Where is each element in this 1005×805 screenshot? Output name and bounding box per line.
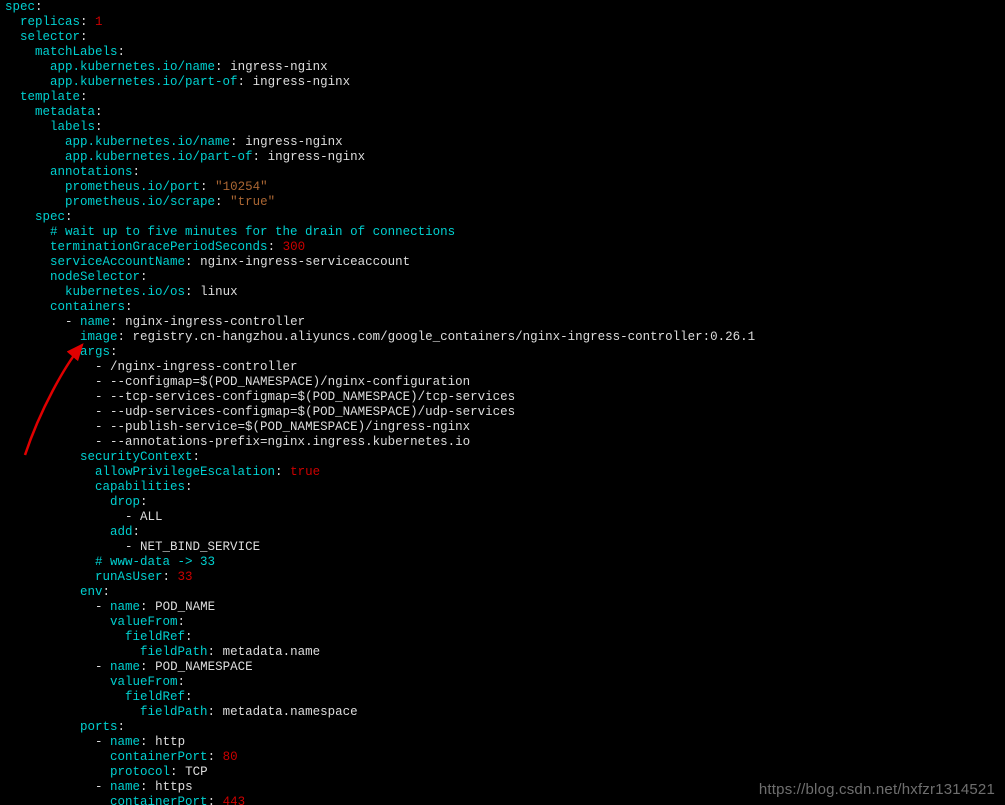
code-line: - name: http <box>5 735 1005 750</box>
code-line: env: <box>5 585 1005 600</box>
code-line: - name: POD_NAME <box>5 600 1005 615</box>
code-line: annotations: <box>5 165 1005 180</box>
code-line: securityContext: <box>5 450 1005 465</box>
code-line: spec: <box>5 210 1005 225</box>
code-line: allowPrivilegeEscalation: true <box>5 465 1005 480</box>
code-line: capabilities: <box>5 480 1005 495</box>
code-line: app.kubernetes.io/name: ingress-nginx <box>5 60 1005 75</box>
code-line: spec: <box>5 0 1005 15</box>
code-line: - /nginx-ingress-controller <box>5 360 1005 375</box>
code-line: metadata: <box>5 105 1005 120</box>
code-line: template: <box>5 90 1005 105</box>
code-line: containerPort: 80 <box>5 750 1005 765</box>
code-line: protocol: TCP <box>5 765 1005 780</box>
code-line: fieldPath: metadata.namespace <box>5 705 1005 720</box>
code-line: - ALL <box>5 510 1005 525</box>
code-line: - --configmap=$(POD_NAMESPACE)/nginx-con… <box>5 375 1005 390</box>
code-line: app.kubernetes.io/name: ingress-nginx <box>5 135 1005 150</box>
code-line: add: <box>5 525 1005 540</box>
code-line: # www-data -> 33 <box>5 555 1005 570</box>
code-line: terminationGracePeriodSeconds: 300 <box>5 240 1005 255</box>
code-line: image: registry.cn-hangzhou.aliyuncs.com… <box>5 330 1005 345</box>
code-line: fieldRef: <box>5 690 1005 705</box>
code-line: valueFrom: <box>5 675 1005 690</box>
code-line: serviceAccountName: nginx-ingress-servic… <box>5 255 1005 270</box>
code-line: # wait up to five minutes for the drain … <box>5 225 1005 240</box>
code-line: fieldPath: metadata.name <box>5 645 1005 660</box>
code-line: app.kubernetes.io/part-of: ingress-nginx <box>5 75 1005 90</box>
code-line: - --udp-services-configmap=$(POD_NAMESPA… <box>5 405 1005 420</box>
code-line: args: <box>5 345 1005 360</box>
code-line: drop: <box>5 495 1005 510</box>
code-line: nodeSelector: <box>5 270 1005 285</box>
code-line: - --tcp-services-configmap=$(POD_NAMESPA… <box>5 390 1005 405</box>
code-line: - --publish-service=$(POD_NAMESPACE)/ing… <box>5 420 1005 435</box>
yaml-code-block[interactable]: spec: replicas: 1 selector: matchLabels:… <box>0 0 1005 805</box>
code-line: fieldRef: <box>5 630 1005 645</box>
code-line: runAsUser: 33 <box>5 570 1005 585</box>
code-line: matchLabels: <box>5 45 1005 60</box>
code-line: - --annotations-prefix=nginx.ingress.kub… <box>5 435 1005 450</box>
code-line: - name: POD_NAMESPACE <box>5 660 1005 675</box>
code-line: prometheus.io/scrape: "true" <box>5 195 1005 210</box>
code-line: - NET_BIND_SERVICE <box>5 540 1005 555</box>
watermark-text: https://blog.csdn.net/hxfzr1314521 <box>759 782 995 797</box>
code-line: ports: <box>5 720 1005 735</box>
code-line: kubernetes.io/os: linux <box>5 285 1005 300</box>
code-line: labels: <box>5 120 1005 135</box>
code-line: app.kubernetes.io/part-of: ingress-nginx <box>5 150 1005 165</box>
code-line: replicas: 1 <box>5 15 1005 30</box>
code-line: - name: nginx-ingress-controller <box>5 315 1005 330</box>
code-line: containers: <box>5 300 1005 315</box>
code-line: valueFrom: <box>5 615 1005 630</box>
code-line: selector: <box>5 30 1005 45</box>
code-line: prometheus.io/port: "10254" <box>5 180 1005 195</box>
